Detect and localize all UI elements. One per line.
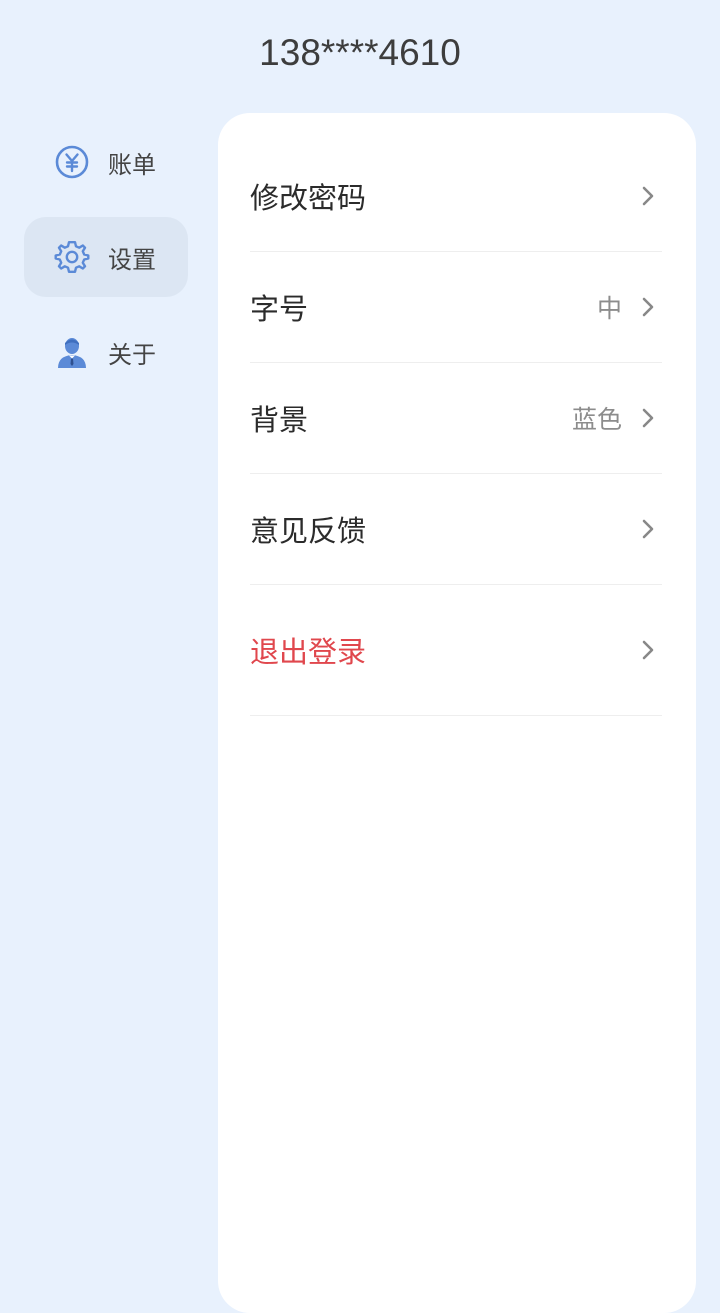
- background-value: 蓝色: [571, 405, 622, 434]
- chevron-right-icon: [634, 636, 662, 664]
- sidebar-item-bills[interactable]: 账单: [24, 122, 188, 202]
- sidebar-item-label: 设置: [108, 245, 156, 274]
- chevron-right-icon: [634, 515, 662, 543]
- chevron-right-icon: [634, 293, 662, 321]
- chevron-right-icon: [634, 404, 662, 432]
- gear-icon: [52, 237, 92, 277]
- font-size-row[interactable]: 字号 中: [250, 252, 662, 363]
- logout-row[interactable]: 退出登录: [250, 585, 662, 716]
- sidebar-item-about[interactable]: 关于: [24, 312, 188, 392]
- change-password-row[interactable]: 修改密码: [250, 141, 662, 252]
- font-size-value: 中: [596, 294, 622, 323]
- feedback-label: 意见反馈: [250, 514, 367, 548]
- sidebar-item-label: 关于: [108, 340, 156, 369]
- phone-number: 138****4610: [259, 32, 461, 73]
- background-label: 背景: [250, 403, 309, 437]
- settings-panel: 修改密码 字号 中 背景 蓝色 意见反馈 退出登录: [218, 113, 696, 1313]
- person-icon: [52, 332, 92, 372]
- sidebar-item-settings[interactable]: 设置: [24, 217, 188, 297]
- change-password-label: 修改密码: [250, 181, 367, 215]
- yuan-icon: [52, 142, 92, 182]
- background-row[interactable]: 背景 蓝色: [250, 363, 662, 474]
- logout-label: 退出登录: [250, 635, 367, 669]
- chevron-right-icon: [634, 182, 662, 210]
- sidebar-item-label: 账单: [108, 150, 156, 179]
- font-size-label: 字号: [250, 292, 309, 326]
- feedback-row[interactable]: 意见反馈: [250, 474, 662, 585]
